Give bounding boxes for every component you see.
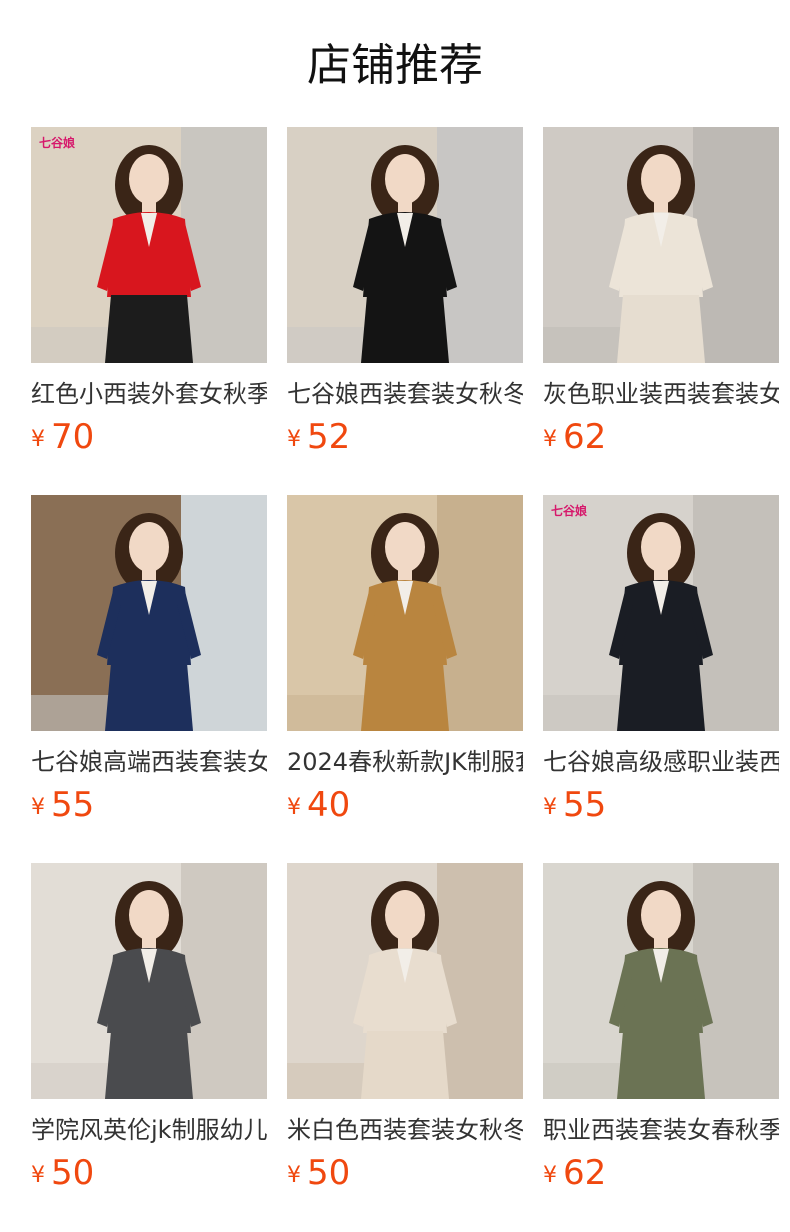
brand-watermark: 七谷娘 [551, 504, 588, 518]
product-image[interactable] [287, 495, 523, 731]
product-price: ¥50 [287, 1153, 523, 1193]
product-price: ¥62 [543, 1153, 779, 1193]
price-value: 62 [563, 417, 607, 457]
product-price: ¥50 [31, 1153, 267, 1193]
product-name[interactable]: 2024春秋新款JK制服套装 [287, 745, 523, 779]
currency-symbol: ¥ [543, 427, 557, 452]
product-name[interactable]: 学院风英伦jk制服幼儿园 [31, 1113, 267, 1147]
currency-symbol: ¥ [543, 795, 557, 820]
currency-symbol: ¥ [31, 427, 45, 452]
product-price: ¥70 [31, 417, 267, 457]
product-photo-illustration [543, 495, 779, 731]
product-card[interactable]: 2024春秋新款JK制服套装 ¥40 [287, 495, 523, 825]
product-name[interactable]: 米白色西装套装女秋冬 [287, 1113, 523, 1147]
currency-symbol: ¥ [543, 1163, 557, 1188]
product-name[interactable]: 红色小西装外套女秋季 [31, 377, 267, 411]
product-card[interactable]: 七谷娘红色小西装外套女秋季 ¥70 [31, 127, 267, 457]
product-photo-illustration [31, 127, 267, 363]
product-card[interactable]: 学院风英伦jk制服幼儿园 ¥50 [31, 863, 267, 1193]
price-value: 50 [51, 1153, 95, 1193]
product-photo-illustration [31, 495, 267, 731]
product-card[interactable]: 七谷娘七谷娘高级感职业装西装 ¥55 [543, 495, 779, 825]
product-price: ¥55 [31, 785, 267, 825]
product-card[interactable]: 七谷娘高端西装套装女 ¥55 [31, 495, 267, 825]
product-price: ¥40 [287, 785, 523, 825]
product-price: ¥52 [287, 417, 523, 457]
product-card[interactable]: 灰色职业装西装套装女 ¥62 [543, 127, 779, 457]
price-value: 50 [307, 1153, 351, 1193]
product-name[interactable]: 灰色职业装西装套装女 [543, 377, 779, 411]
currency-symbol: ¥ [287, 1163, 301, 1188]
currency-symbol: ¥ [31, 795, 45, 820]
product-name[interactable]: 七谷娘西装套装女秋冬 [287, 377, 523, 411]
product-card[interactable]: 职业西装套装女春秋季 ¥62 [543, 863, 779, 1193]
price-value: 55 [51, 785, 95, 825]
price-value: 62 [563, 1153, 607, 1193]
currency-symbol: ¥ [287, 427, 301, 452]
price-value: 55 [563, 785, 607, 825]
price-value: 52 [307, 417, 351, 457]
price-value: 40 [307, 785, 351, 825]
product-name[interactable]: 七谷娘高端西装套装女 [31, 745, 267, 779]
price-value: 70 [51, 417, 95, 457]
product-price: ¥62 [543, 417, 779, 457]
product-image[interactable]: 七谷娘 [31, 127, 267, 363]
product-image[interactable] [543, 127, 779, 363]
product-card[interactable]: 米白色西装套装女秋冬 ¥50 [287, 863, 523, 1193]
product-photo-illustration [543, 863, 779, 1099]
page-title: 店铺推荐 [307, 40, 483, 91]
product-image[interactable]: 七谷娘 [543, 495, 779, 731]
product-image[interactable] [31, 495, 267, 731]
product-photo-illustration [543, 127, 779, 363]
product-photo-illustration [31, 863, 267, 1099]
currency-symbol: ¥ [287, 795, 301, 820]
product-card[interactable]: 七谷娘西装套装女秋冬 ¥52 [287, 127, 523, 457]
product-image[interactable] [287, 863, 523, 1099]
product-image[interactable] [31, 863, 267, 1099]
product-price: ¥55 [543, 785, 779, 825]
product-name[interactable]: 七谷娘高级感职业装西装 [543, 745, 779, 779]
product-photo-illustration [287, 127, 523, 363]
currency-symbol: ¥ [31, 1163, 45, 1188]
product-photo-illustration [287, 863, 523, 1099]
product-image[interactable] [543, 863, 779, 1099]
product-photo-illustration [287, 495, 523, 731]
brand-watermark: 七谷娘 [39, 136, 76, 150]
product-name[interactable]: 职业西装套装女春秋季 [543, 1113, 779, 1147]
product-image[interactable] [287, 127, 523, 363]
